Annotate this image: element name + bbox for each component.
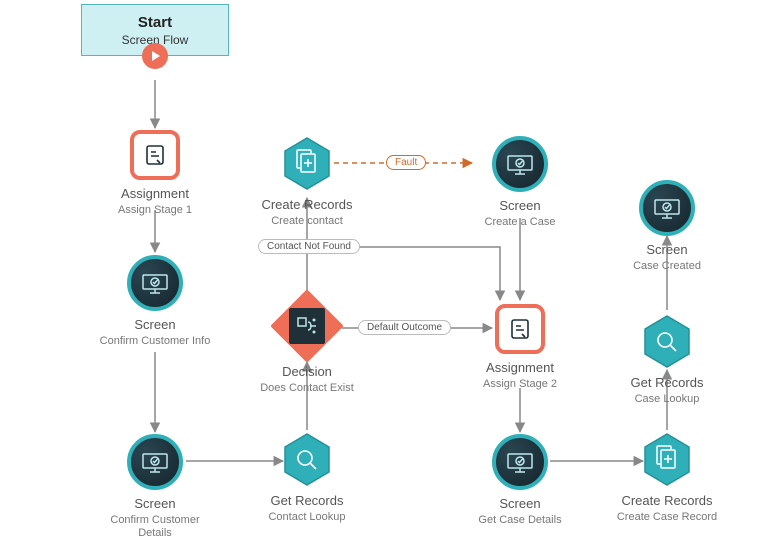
node-subtitle: Contact Lookup <box>268 511 345 524</box>
screen-confirm-customer-info[interactable]: Screen Confirm Customer Info <box>95 255 215 348</box>
screen-icon <box>127 255 183 311</box>
node-title: Assignment <box>486 360 554 376</box>
node-subtitle: Assign Stage 1 <box>118 204 192 217</box>
start-title: Start <box>138 14 172 31</box>
screen-icon <box>492 434 548 490</box>
screen-confirm-customer-details[interactable]: Screen Confirm Customer Details <box>95 434 215 540</box>
node-title: Screen <box>134 317 175 333</box>
node-subtitle: Get Case Details <box>478 514 561 527</box>
node-title: Screen <box>134 496 175 512</box>
screen-icon <box>639 180 695 236</box>
node-subtitle: Assign Stage 2 <box>483 378 557 391</box>
edge-label-fault: Fault <box>386 155 426 170</box>
create-records-icon <box>643 432 691 487</box>
get-records-icon <box>283 432 331 487</box>
node-title: Get Records <box>631 375 704 391</box>
assignment-assign-stage-2[interactable]: Assignment Assign Stage 2 <box>460 304 580 391</box>
screen-get-case-details[interactable]: Screen Get Case Details <box>460 434 580 527</box>
node-subtitle: Create Case Record <box>617 511 717 524</box>
edge-label-contact-not-found: Contact Not Found <box>258 239 360 254</box>
assignment-icon <box>130 130 180 180</box>
create-records-create-contact[interactable]: Create Records Create contact <box>247 136 367 228</box>
assignment-icon <box>495 304 545 354</box>
screen-icon <box>127 434 183 490</box>
flow-canvas: Start Screen Flow Assignment Assign Stag… <box>0 0 760 546</box>
node-title: Assignment <box>121 186 189 202</box>
assignment-assign-stage-1[interactable]: Assignment Assign Stage 1 <box>95 130 215 217</box>
start-node[interactable]: Start Screen Flow <box>82 4 228 69</box>
get-records-contact-lookup[interactable]: Get Records Contact Lookup <box>247 432 367 524</box>
node-title: Screen <box>499 496 540 512</box>
get-records-case-lookup[interactable]: Get Records Case Lookup <box>607 314 727 406</box>
decision-icon <box>270 289 344 363</box>
screen-create-a-case[interactable]: Screen Create a Case <box>460 136 580 229</box>
node-title: Screen <box>499 198 540 214</box>
node-subtitle: Case Lookup <box>635 393 700 406</box>
node-title: Get Records <box>271 493 344 509</box>
node-subtitle: Does Contact Exist <box>260 382 354 395</box>
node-subtitle: Confirm Customer Details <box>95 514 215 540</box>
edge-label-default-outcome: Default Outcome <box>358 320 451 335</box>
node-subtitle: Confirm Customer Info <box>100 335 211 348</box>
screen-case-created[interactable]: Screen Case Created <box>607 180 727 273</box>
node-title: Screen <box>646 242 687 258</box>
play-icon[interactable] <box>142 43 168 69</box>
node-title: Create Records <box>621 493 712 509</box>
node-subtitle: Create contact <box>271 215 343 228</box>
decision-does-contact-exist[interactable]: Decision Does Contact Exist <box>247 300 367 395</box>
node-subtitle: Case Created <box>633 260 701 273</box>
screen-icon <box>492 136 548 192</box>
create-records-create-case-record[interactable]: Create Records Create Case Record <box>607 432 727 524</box>
node-title: Decision <box>282 364 332 380</box>
node-title: Create Records <box>261 197 352 213</box>
create-records-icon <box>283 136 331 191</box>
node-subtitle: Create a Case <box>485 216 556 229</box>
get-records-icon <box>643 314 691 369</box>
